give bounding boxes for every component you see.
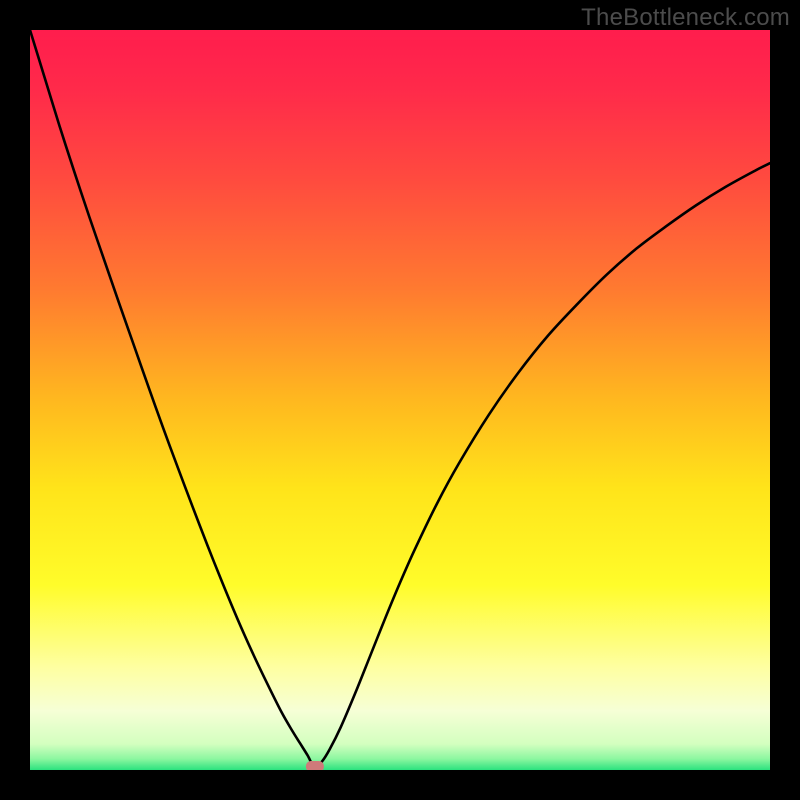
chart-frame: TheBottleneck.com <box>0 0 800 800</box>
attribution-text: TheBottleneck.com <box>581 4 790 32</box>
plot-area <box>30 30 770 770</box>
optimum-marker <box>306 761 324 770</box>
gradient-background <box>30 30 770 770</box>
bottleneck-chart <box>30 30 770 770</box>
